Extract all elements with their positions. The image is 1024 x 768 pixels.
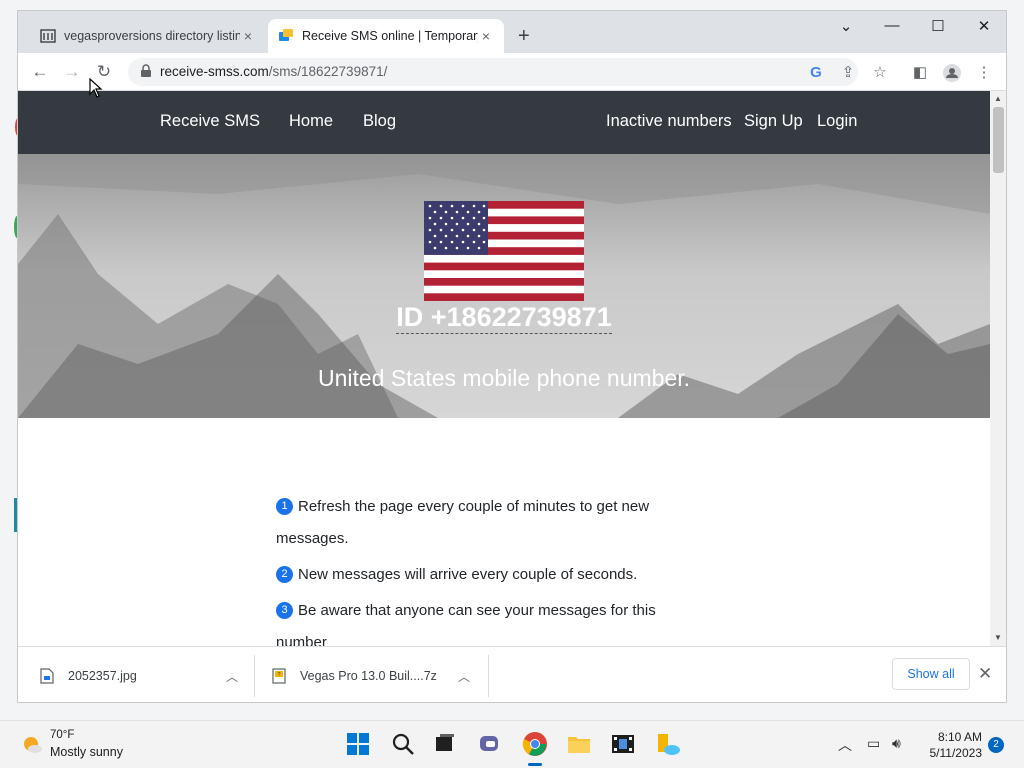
minimize-button[interactable]: — [878, 17, 906, 34]
step-number-badge: 2 [276, 566, 293, 583]
url-path: /sms/18622739871/ [268, 64, 388, 79]
file-explorer-icon[interactable] [566, 731, 592, 757]
tab-close-icon[interactable]: × [240, 28, 256, 44]
tab-close-icon[interactable]: × [478, 28, 494, 44]
phone-id-heading[interactable]: ID +18622739871 [18, 302, 990, 334]
tab-title: Receive SMS online | Temporary [302, 29, 478, 43]
weather-temperature: 70°F [50, 729, 75, 741]
tab-title: vegasproversions directory listing [64, 29, 240, 43]
google-icon[interactable]: G [806, 63, 826, 83]
download-filename: 2052357.jpg [68, 669, 137, 683]
show-all-button[interactable]: Show all [892, 658, 970, 690]
forward-arrow-icon[interactable]: → [60, 60, 84, 84]
video-editor-icon[interactable] [610, 731, 636, 757]
sun-cloud-icon [24, 737, 42, 753]
svg-text:?: ? [278, 672, 281, 678]
nav-blog-link[interactable]: Blog [363, 112, 396, 131]
scrollbar-thumb[interactable] [993, 107, 1004, 173]
task-view-icon[interactable] [432, 731, 458, 757]
step-text: Refresh the page every couple of minutes… [276, 498, 650, 547]
teams-chat-icon[interactable] [477, 731, 503, 757]
nav-inactive-numbers-link[interactable]: Inactive numbers [606, 112, 732, 131]
chrome-icon[interactable] [522, 731, 548, 757]
list-item: 1 Refresh the page every couple of minute… [276, 491, 696, 555]
network-icon[interactable]: ▭ [867, 735, 880, 752]
volume-icon[interactable]: 🔊︎ [892, 735, 901, 752]
download-item[interactable]: ? Vegas Pro 13.0 Buil....7z ︿ [272, 647, 488, 702]
scroll-down-arrow-icon[interactable]: ▼ [994, 633, 1002, 642]
site-navbar: Receive SMS Home Blog Inactive numbers S… [18, 91, 990, 154]
list-item: 2 New messages will arrive every couple o… [276, 559, 696, 591]
page-viewport: Receive SMS Home Blog Inactive numbers S… [18, 91, 990, 646]
address-bar[interactable]: receive-smss.com/sms/18622739871/ [128, 58, 858, 86]
downloads-bar: 2052357.jpg ︿ ? Vegas Pro 13.0 Buil....7… [18, 646, 1006, 702]
image-file-icon [40, 668, 54, 684]
browser-window: vegasproversions directory listing × Rec… [17, 10, 1007, 703]
close-downloads-icon[interactable]: ✕ [978, 664, 992, 684]
nav-login-link[interactable]: Login [817, 112, 857, 131]
chevron-up-icon[interactable]: ︿ [226, 668, 238, 685]
nav-signup-link[interactable]: Sign Up [744, 112, 803, 131]
list-item: 3 Be aware that anyone can see your messa… [276, 595, 696, 646]
url-text: receive-smss.com/sms/18622739871/ [160, 64, 387, 79]
weather-condition: Mostly sunny [50, 745, 123, 759]
tab-strip: vegasproversions directory listing × Rec… [18, 11, 1006, 53]
close-window-button[interactable]: ✕ [970, 17, 998, 35]
back-arrow-icon[interactable]: ← [28, 60, 52, 84]
clock-date: 5/11/2023 [929, 746, 983, 760]
sms-favicon-icon [279, 29, 293, 41]
system-clock[interactable]: 8:10 AM 5/11/2023 [918, 729, 983, 761]
download-filename: Vegas Pro 13.0 Buil....7z [300, 669, 437, 683]
divider [488, 655, 489, 697]
active-app-indicator [528, 763, 542, 766]
search-icon[interactable] [390, 731, 416, 757]
directory-favicon-icon [40, 29, 56, 43]
tab-receive-sms[interactable]: Receive SMS online | Temporary × [268, 19, 504, 53]
download-item[interactable]: 2052357.jpg ︿ [40, 647, 250, 702]
chevron-up-icon[interactable]: ︿ [838, 735, 852, 755]
step-text: Be aware that anyone can see your messag… [276, 602, 656, 646]
notification-badge[interactable]: 2 [988, 737, 1004, 753]
divider [254, 655, 255, 697]
chevron-up-icon[interactable]: ︿ [458, 668, 470, 685]
windows-start-icon[interactable] [345, 731, 371, 757]
tab-search-icon[interactable]: ⌄ [832, 17, 860, 35]
browser-toolbar: ← → ↻ receive-smss.com/sms/18622739871/ … [18, 53, 1006, 91]
step-number-badge: 3 [276, 602, 293, 619]
tab-vegasproversions[interactable]: vegasproversions directory listing × [30, 19, 266, 53]
taskbar: 70°F Mostly sunny ︿ ▭ 🔊︎ 8:10 AM 5/11/20… [0, 720, 1024, 768]
archive-file-icon: ? [272, 668, 286, 684]
mouse-cursor-icon [89, 78, 103, 98]
phone-id-text[interactable]: ID +18622739871 [396, 302, 612, 334]
clock-time: 8:10 AM [937, 730, 982, 744]
step-text: New messages will arrive every couple of… [298, 566, 638, 583]
bookmark-star-icon[interactable]: ☆ [870, 63, 890, 83]
more-menu-icon[interactable]: ⋮ [974, 63, 994, 83]
nav-brand-link[interactable]: Receive SMS [160, 112, 260, 131]
us-flag-icon [424, 201, 584, 301]
maximize-button[interactable]: ☐ [924, 17, 952, 35]
profile-avatar-icon[interactable] [942, 63, 962, 83]
scroll-up-arrow-icon[interactable]: ▲ [994, 94, 1002, 103]
instructions-list: 1 Refresh the page every couple of minute… [276, 491, 696, 646]
cloud-drive-icon[interactable] [655, 731, 681, 757]
nav-home-link[interactable]: Home [289, 112, 333, 131]
new-tab-button[interactable]: + [518, 25, 530, 48]
hero-subtitle: United States mobile phone number. [317, 365, 691, 391]
url-domain: receive-smss.com [160, 64, 269, 79]
step-number-badge: 1 [276, 498, 293, 515]
page-scrollbar[interactable]: ▲ ▼ [990, 91, 1006, 646]
hero-banner: ID +18622739871 United States mobile pho… [18, 154, 990, 418]
lock-icon [141, 64, 151, 77]
share-icon[interactable]: ⇪ [838, 63, 858, 83]
side-panel-icon[interactable]: ◧ [910, 63, 930, 83]
